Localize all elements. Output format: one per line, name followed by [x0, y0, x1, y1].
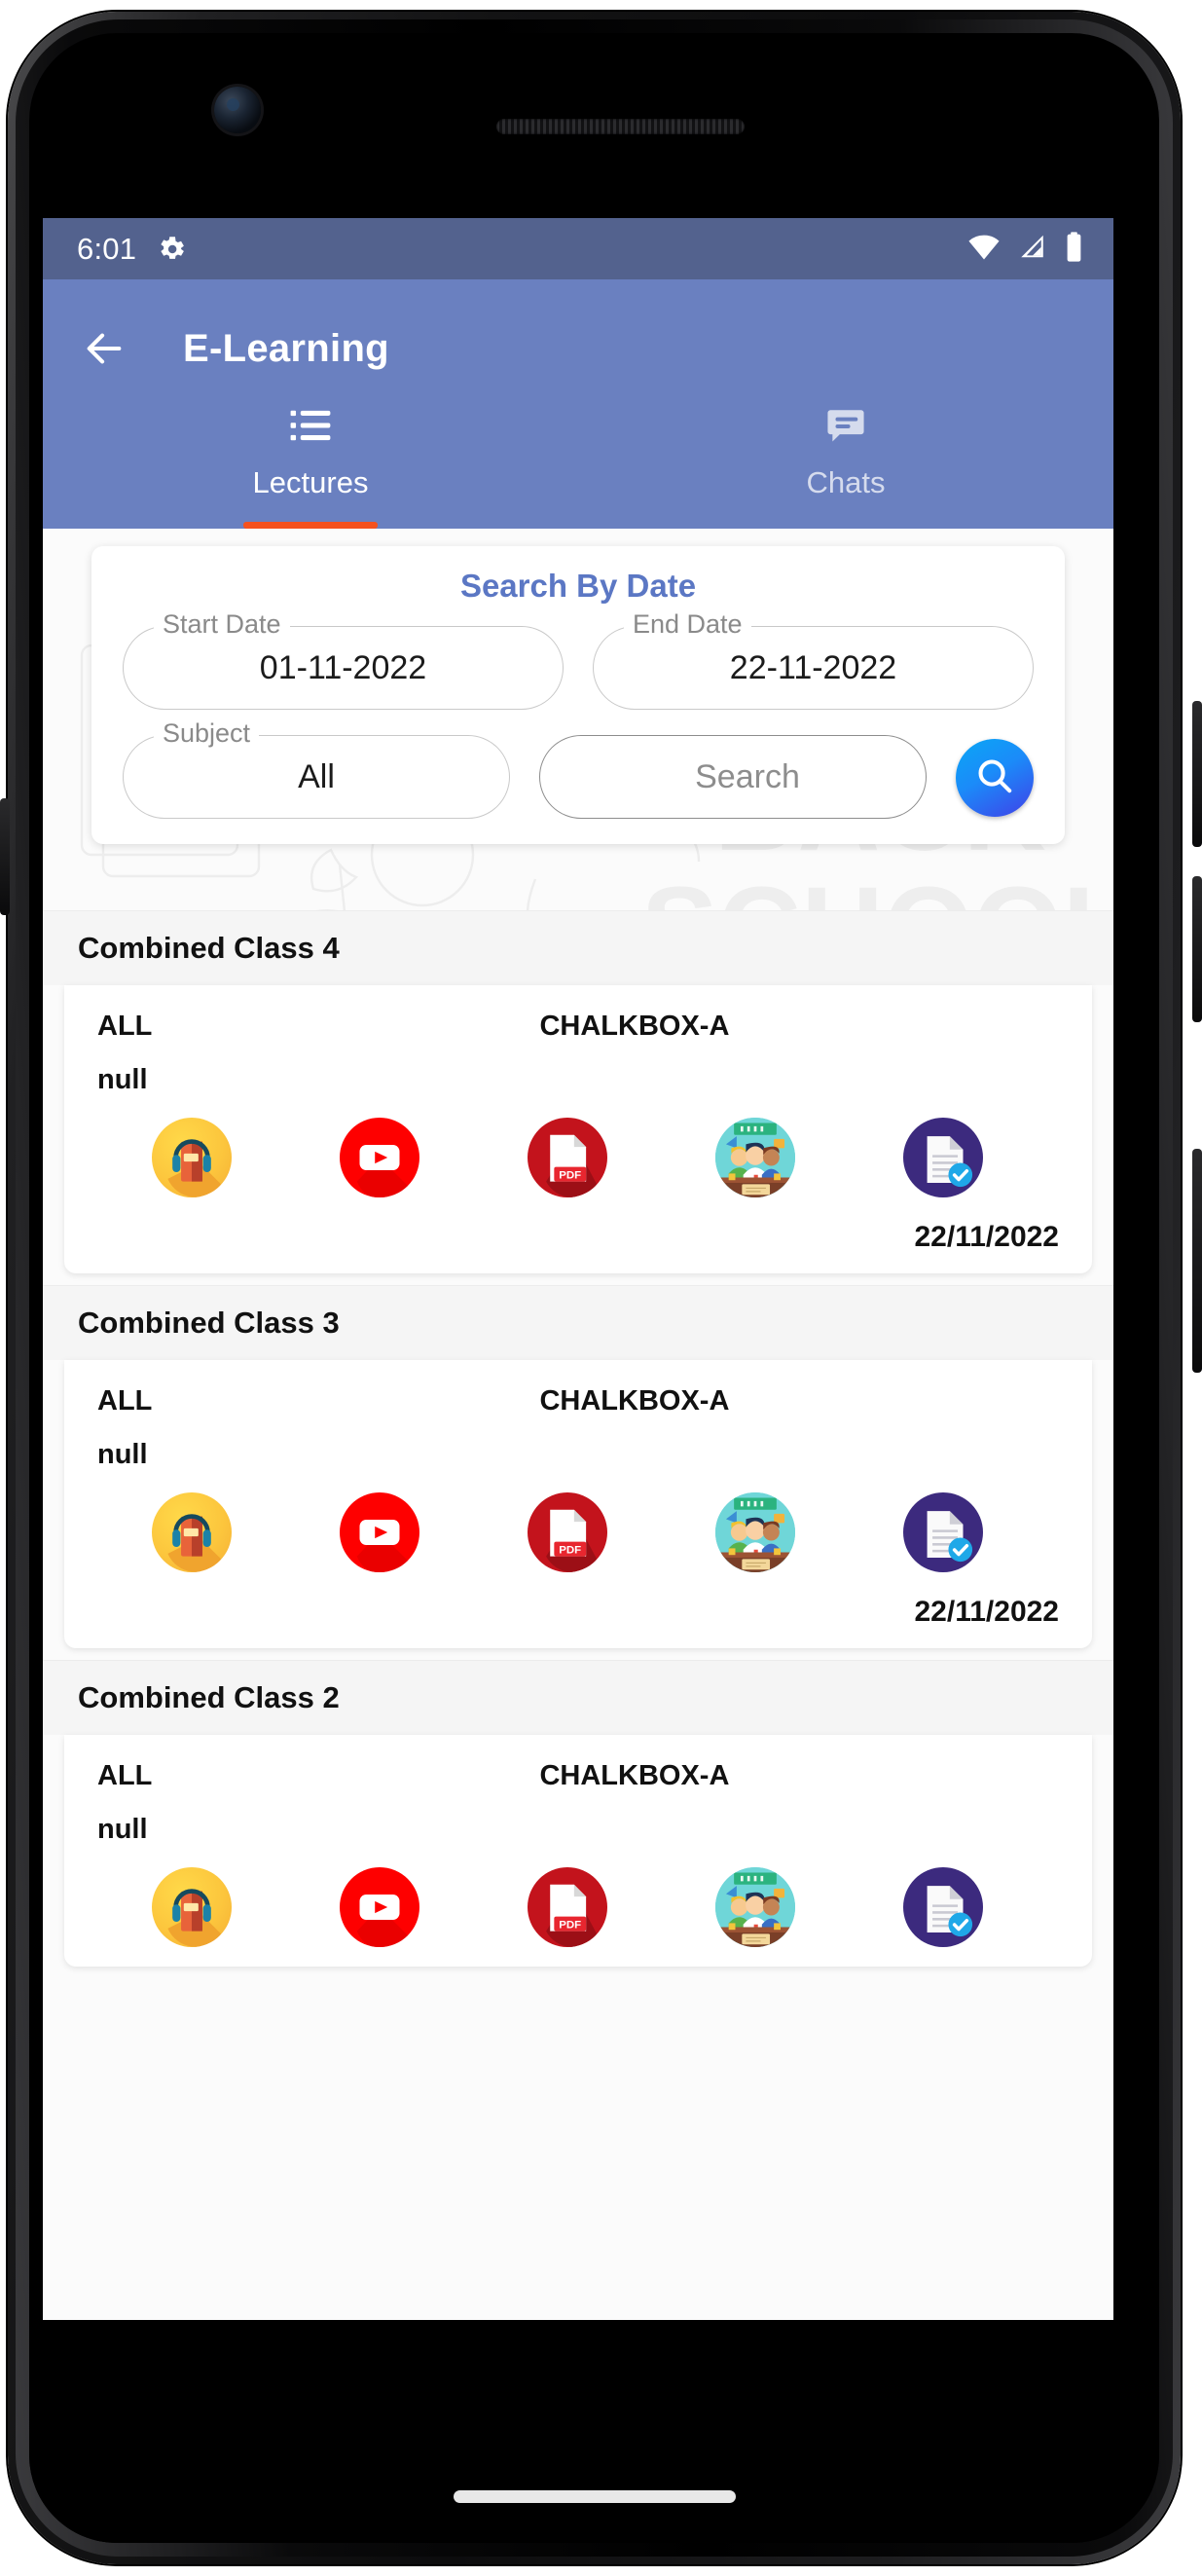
lecture-media-icon-row: PDF: [97, 1867, 1059, 1947]
status-bar-clock: 6:01: [77, 231, 137, 266]
home-gesture-pill[interactable]: [453, 2489, 736, 2503]
audiobook-icon[interactable]: [97, 1867, 285, 1947]
status-bar-icons: [967, 231, 1084, 268]
cellular-signal-icon: [1017, 232, 1047, 266]
list-icon: [290, 403, 331, 448]
lecture-meta-row: ALL CHALKBOX-A: [97, 1385, 1059, 1417]
start-date-field[interactable]: Start Date 01-11-2022: [123, 609, 564, 710]
date-field-row: Start Date 01-11-2022 End Date 22-11-202…: [123, 609, 1034, 710]
classroom-icon[interactable]: [662, 1492, 850, 1572]
pdf-icon[interactable]: PDF: [473, 1118, 661, 1197]
assignment-icon[interactable]: [850, 1118, 1038, 1197]
lecture-group-header: Combined Class 4: [43, 910, 1113, 985]
tab-lectures-label: Lectures: [252, 465, 369, 499]
left-side-button[interactable]: [0, 798, 10, 915]
subject-search-row: Subject All Search: [123, 718, 1034, 819]
lecture-batch: CHALKBOX-A: [539, 1385, 730, 1417]
tab-chats[interactable]: Chats: [578, 390, 1113, 529]
lecture-card[interactable]: ALL CHALKBOX-A null: [64, 985, 1092, 1273]
lecture-date: 22/11/2022: [914, 1221, 1060, 1253]
app-bar-top-row: E-Learning: [43, 307, 1113, 390]
lecture-group-header: Combined Class 3: [43, 1285, 1113, 1360]
assignment-icon[interactable]: [850, 1867, 1038, 1947]
classroom-icon[interactable]: [662, 1118, 850, 1197]
lecture-description: null: [97, 1439, 148, 1470]
system-navigation-bar: [29, 2449, 1159, 2543]
status-bar: 6:01: [43, 218, 1113, 279]
lecture-meta-row: ALL CHALKBOX-A: [97, 1011, 1059, 1043]
content-area: BACK SCHOOL TO Search By Date Start Date…: [43, 529, 1113, 2320]
tab-chats-label: Chats: [806, 465, 886, 499]
lecture-date: 22/11/2022: [914, 1596, 1060, 1628]
svg-text:PDF: PDF: [559, 1919, 581, 1931]
lecture-group-header: Combined Class 2: [43, 1660, 1113, 1735]
svg-text:PDF: PDF: [559, 1169, 581, 1181]
end-date-label: End Date: [624, 609, 751, 640]
lecture-card[interactable]: ALL CHALKBOX-A null: [64, 1735, 1092, 1967]
tab-bar: Lectures Chats: [43, 390, 1113, 529]
youtube-icon[interactable]: [285, 1118, 473, 1197]
earpiece-speaker: [496, 119, 745, 134]
phone-sensor-area: [29, 33, 1159, 169]
gear-icon: [155, 233, 188, 266]
pdf-icon[interactable]: PDF: [473, 1867, 661, 1947]
power-button[interactable]: [1192, 1149, 1202, 1373]
front-camera-icon: [214, 87, 261, 133]
chat-bubble-icon: [825, 403, 866, 448]
lecture-description: null: [97, 1064, 148, 1095]
classroom-icon[interactable]: [662, 1867, 850, 1947]
assignment-icon[interactable]: [850, 1492, 1038, 1572]
search-by-date-card: Search By Date Start Date 01-11-2022 End…: [91, 546, 1065, 844]
search-input[interactable]: Search: [539, 735, 927, 819]
tab-lectures[interactable]: Lectures: [43, 390, 578, 529]
page-title: E-Learning: [183, 326, 389, 370]
lecture-description: null: [97, 1814, 148, 1845]
start-date-label: Start Date: [154, 609, 290, 640]
back-arrow-icon[interactable]: [82, 326, 127, 371]
lecture-subject: ALL: [97, 1760, 153, 1791]
audiobook-icon[interactable]: [97, 1118, 285, 1197]
audiobook-icon[interactable]: [97, 1492, 285, 1572]
youtube-icon[interactable]: [285, 1492, 473, 1572]
lecture-batch: CHALKBOX-A: [539, 1760, 730, 1791]
lecture-meta-row: ALL CHALKBOX-A: [97, 1760, 1059, 1792]
lecture-batch: CHALKBOX-A: [539, 1011, 730, 1042]
subject-field[interactable]: Subject All: [123, 718, 510, 819]
phone-mockup: 6:01 E-Learning Lectures Chats Search By…: [0, 0, 1202, 2576]
wifi-icon: [967, 232, 1001, 266]
lecture-media-icon-row: PDF: [97, 1492, 1059, 1572]
tab-active-indicator: [243, 522, 378, 529]
volume-up-button[interactable]: [1192, 701, 1202, 847]
lecture-block: Combined Class 2 ALL CHALKBOX-A null PDF: [43, 1660, 1113, 1967]
pdf-icon[interactable]: PDF: [473, 1492, 661, 1572]
lecture-subject: ALL: [97, 1385, 153, 1417]
subject-label: Subject: [154, 718, 260, 749]
search-button[interactable]: [956, 739, 1034, 817]
lecture-subject: ALL: [97, 1011, 153, 1042]
lecture-block: Combined Class 3 ALL CHALKBOX-A null PDF…: [43, 1285, 1113, 1648]
svg-text:PDF: PDF: [559, 1544, 581, 1556]
end-date-field[interactable]: End Date 22-11-2022: [593, 609, 1034, 710]
lecture-block: Combined Class 4 ALL CHALKBOX-A null PDF…: [43, 910, 1113, 1273]
lecture-list: Combined Class 4 ALL CHALKBOX-A null PDF…: [43, 910, 1113, 1967]
phone-screen: 6:01 E-Learning Lectures Chats Search By…: [29, 33, 1159, 2543]
battery-icon: [1064, 231, 1084, 268]
youtube-icon[interactable]: [285, 1867, 473, 1947]
app-bar: E-Learning Lectures Chats: [43, 279, 1113, 529]
lecture-card[interactable]: ALL CHALKBOX-A null: [64, 1360, 1092, 1648]
lecture-media-icon-row: PDF: [97, 1118, 1059, 1197]
volume-down-button[interactable]: [1192, 876, 1202, 1022]
search-icon: [973, 754, 1016, 802]
search-card-title: Search By Date: [459, 568, 697, 604]
search-input-wrapper[interactable]: Search: [539, 735, 927, 819]
app-viewport: 6:01 E-Learning Lectures Chats Search By…: [43, 218, 1113, 2324]
